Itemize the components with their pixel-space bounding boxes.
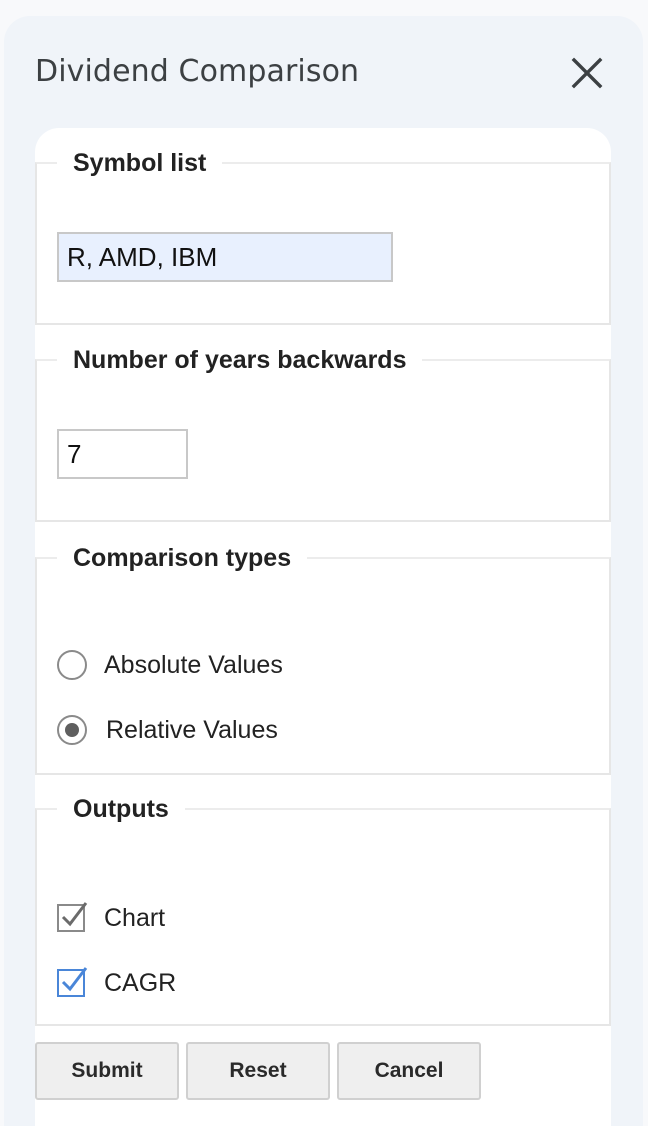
checkbox-label: Chart	[104, 903, 166, 932]
radio-button[interactable]	[57, 715, 87, 745]
comparison-types-legend: Comparison types	[73, 544, 292, 572]
radio-button[interactable]	[57, 650, 87, 680]
checkbox[interactable]	[57, 902, 88, 932]
dialog: Dividend Comparison Symbol list Number o…	[4, 16, 643, 1126]
symbol-list-input[interactable]	[57, 232, 393, 282]
checkmark-icon	[61, 902, 88, 927]
outputs-group: Outputs Chart CAGR	[35, 794, 611, 1026]
symbol-list-legend: Symbol list	[73, 149, 207, 177]
radio-label: Absolute Values	[104, 650, 283, 679]
reset-button[interactable]: Reset	[186, 1042, 330, 1100]
radio-absolute-values[interactable]: Absolute Values	[57, 645, 283, 685]
checkbox[interactable]	[57, 967, 88, 997]
checkbox-label: CAGR	[104, 968, 177, 997]
close-icon	[571, 57, 603, 89]
outputs-legend: Outputs	[73, 795, 169, 823]
checkbox-cagr[interactable]: CAGR	[57, 963, 176, 1003]
radio-label: Relative Values	[106, 715, 278, 744]
years-legend: Number of years backwards	[73, 346, 407, 374]
checkmark-icon	[61, 967, 88, 992]
checkbox-chart[interactable]: Chart	[57, 898, 165, 938]
close-button[interactable]	[568, 54, 606, 92]
cancel-button[interactable]: Cancel	[337, 1042, 481, 1100]
dialog-content: Symbol list Number of years backwards Co…	[35, 128, 611, 1126]
symbol-list-group: Symbol list	[35, 148, 611, 325]
comparison-types-group: Comparison types Absolute Values Relativ…	[35, 543, 611, 775]
years-input[interactable]	[57, 429, 188, 479]
dialog-title: Dividend Comparison	[35, 54, 360, 89]
submit-button[interactable]: Submit	[35, 1042, 179, 1100]
radio-relative-values[interactable]: Relative Values	[57, 710, 278, 750]
years-group: Number of years backwards	[35, 345, 611, 522]
radio-selected-dot	[65, 723, 79, 737]
